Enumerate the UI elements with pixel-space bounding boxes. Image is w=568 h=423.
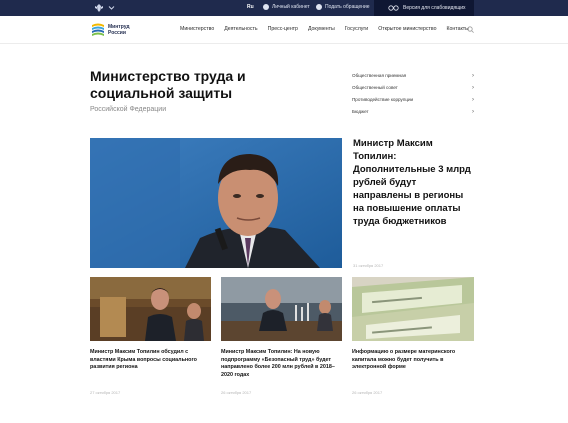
quick-link-label: Противодействие коррупции bbox=[352, 97, 414, 102]
glasses-icon bbox=[388, 5, 399, 11]
quick-link-label: Общественная приемная bbox=[352, 73, 407, 78]
news-card-date: 26 октября 2017 bbox=[352, 390, 383, 395]
chevron-right-icon: › bbox=[472, 109, 474, 115]
nav-item-public-services[interactable]: Госуслуги bbox=[345, 26, 368, 32]
accessibility-version-button[interactable]: Версия для слабовидящих bbox=[374, 0, 474, 16]
language-switch[interactable]: Ru bbox=[247, 4, 254, 10]
nav-item-ministry[interactable]: Министерство bbox=[180, 26, 214, 32]
nav-item-contacts[interactable]: Контакты bbox=[446, 26, 468, 32]
logo-text: Минтруд России bbox=[108, 24, 130, 36]
quick-link-public-reception[interactable]: Общественная приемная › bbox=[352, 70, 474, 82]
logo-mark bbox=[91, 22, 105, 38]
chevron-right-icon: › bbox=[472, 73, 474, 79]
search-icon[interactable] bbox=[467, 26, 474, 33]
news-card-title[interactable]: Министр Максим Топилин: На новую подпрог… bbox=[221, 349, 343, 379]
chevron-right-icon: › bbox=[472, 97, 474, 103]
personal-cabinet-link[interactable]: Личный кабинет bbox=[263, 4, 310, 10]
personal-cabinet-label: Личный кабинет bbox=[272, 4, 310, 10]
news-card-photo[interactable] bbox=[352, 277, 474, 341]
coat-of-arms-icon[interactable] bbox=[94, 3, 104, 13]
mail-icon bbox=[316, 4, 322, 10]
submit-appeal-link[interactable]: Подать обращение bbox=[316, 4, 370, 10]
news-card-date: 27 октября 2017 bbox=[90, 390, 121, 395]
news-card-date: 26 октября 2017 bbox=[221, 390, 252, 395]
quick-link-budget[interactable]: Бюджет › bbox=[352, 106, 474, 118]
top-bar: Ru Личный кабинет Подать обращение Верси… bbox=[0, 0, 568, 16]
featured-news-photo[interactable] bbox=[90, 138, 342, 268]
news-card-photo[interactable] bbox=[221, 277, 342, 341]
page-subtitle: Российской Федерации bbox=[90, 106, 167, 113]
main-nav: Министерство Деятельность Пресс-центр До… bbox=[180, 26, 479, 32]
nav-item-press-center[interactable]: Пресс-центр bbox=[268, 26, 298, 32]
nav-item-activity[interactable]: Деятельность bbox=[224, 26, 257, 32]
page-title: Министерство труда и социальной защиты bbox=[90, 68, 246, 101]
submit-appeal-label: Подать обращение bbox=[325, 4, 370, 10]
chevron-right-icon: › bbox=[472, 85, 474, 91]
chevron-down-icon[interactable] bbox=[108, 4, 115, 11]
news-card-title[interactable]: Министр Максим Топилин обсудил с властям… bbox=[90, 349, 212, 372]
nav-item-open-ministry[interactable]: Открытое министерство bbox=[378, 26, 436, 32]
featured-news-date: 31 октября 2017 bbox=[353, 263, 384, 268]
quick-link-label: Общественный совет bbox=[352, 85, 398, 90]
quick-link-public-council[interactable]: Общественный совет › bbox=[352, 82, 474, 94]
accessibility-version-label: Версия для слабовидящих bbox=[403, 5, 466, 11]
site-header: Минтруд России Министерство Деятельность… bbox=[0, 16, 568, 44]
site-logo[interactable]: Минтруд России bbox=[91, 22, 138, 38]
quick-links: Общественная приемная › Общественный сове… bbox=[352, 70, 474, 118]
user-icon bbox=[263, 4, 269, 10]
quick-link-label: Бюджет bbox=[352, 109, 369, 114]
news-card-title[interactable]: Информацию о размере материнского капита… bbox=[352, 349, 474, 372]
nav-item-documents[interactable]: Документы bbox=[308, 26, 335, 32]
featured-news-title[interactable]: Министр Максим Топилин: Дополнительные 3… bbox=[353, 137, 475, 228]
quick-link-anti-corruption[interactable]: Противодействие коррупции › bbox=[352, 94, 474, 106]
news-card-photo[interactable] bbox=[90, 277, 211, 341]
